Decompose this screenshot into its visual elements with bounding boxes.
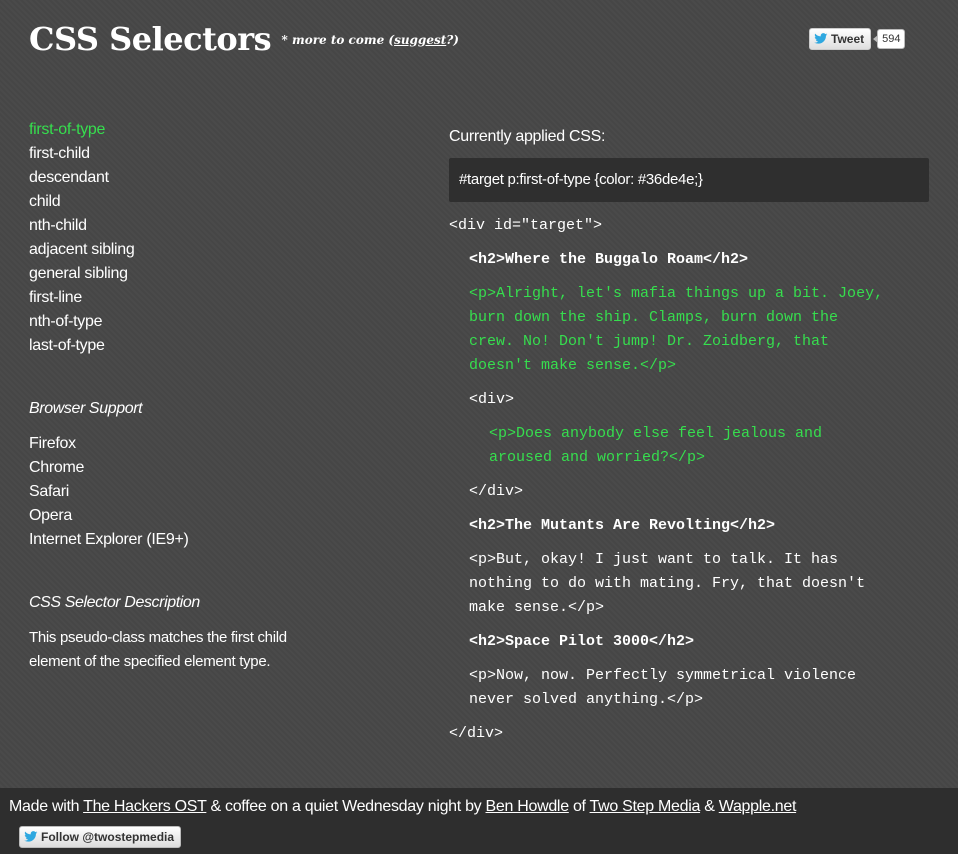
browser-support-list: Firefox Chrome Safari Opera Internet Exp…: [29, 432, 409, 552]
browser-item: Chrome: [29, 459, 85, 476]
code-line: <p>Does anybody else feel jealous and: [489, 425, 823, 442]
left-column: first-of-type first-child descendant chi…: [29, 118, 409, 674]
applied-css-box: #target p:first-of-type {color: #36de4e;…: [449, 158, 929, 202]
site-footer: Made with The Hackers OST & coffee on a …: [0, 788, 958, 854]
selector-list: first-of-type first-child descendant chi…: [29, 118, 409, 358]
selector-item[interactable]: descendant: [29, 166, 409, 190]
code-line: <p>Alright, let's mafia things up a bit.…: [469, 285, 884, 302]
code-line: <p>Now, now. Perfectly symmetrical viole…: [469, 667, 857, 684]
code-sample: <div id="target"> <h2>Where the Buggalo …: [449, 214, 929, 746]
hackers-ost-link[interactable]: The Hackers OST: [83, 798, 207, 815]
right-column: Currently applied CSS: #target p:first-o…: [449, 128, 929, 746]
code-h2: <h2>The Mutants Are Revolting</h2>: [469, 517, 776, 534]
browser-item: Opera: [29, 507, 72, 524]
two-step-media-link[interactable]: Two Step Media: [590, 798, 701, 815]
tweet-count: 594: [873, 29, 906, 49]
selector-item[interactable]: first-of-type: [29, 118, 409, 142]
browser-item: Firefox: [29, 435, 76, 452]
description-heading: CSS Selector Description: [29, 594, 200, 611]
twitter-bird-icon: [814, 33, 828, 44]
code-line: </div>: [469, 483, 524, 500]
selector-item[interactable]: child: [29, 190, 409, 214]
suggest-link[interactable]: suggest: [394, 33, 446, 47]
tweet-button[interactable]: Tweet: [809, 28, 872, 50]
wapple-link[interactable]: Wapple.net: [719, 798, 797, 815]
tweet-widget: Tweet 594: [809, 28, 906, 50]
tweet-label: Tweet: [831, 32, 865, 46]
ben-howdle-link[interactable]: Ben Howdle: [486, 798, 570, 815]
code-line: never solved anything.</p>: [469, 691, 704, 708]
code-line: burn down the ship. Clamps, burn down th…: [469, 309, 839, 326]
code-line: crew. No! Don't jump! Dr. Zoidberg, that: [469, 333, 830, 350]
footer-credits: Made with The Hackers OST & coffee on a …: [9, 798, 797, 815]
selector-item[interactable]: nth-of-type: [29, 310, 409, 334]
code-line: </div>: [449, 725, 504, 742]
follow-label: Follow @twostepmedia: [41, 830, 175, 844]
browser-item: Safari: [29, 483, 69, 500]
selector-item[interactable]: general sibling: [29, 262, 409, 286]
browser-support-heading: Browser Support: [29, 400, 143, 417]
selector-description: This pseudo-class matches the first chil…: [29, 629, 287, 670]
code-line: make sense.</p>: [469, 599, 605, 616]
selector-item[interactable]: nth-child: [29, 214, 409, 238]
code-line: <div id="target">: [449, 217, 603, 234]
code-line: <p>But, okay! I just want to talk. It ha…: [469, 551, 839, 568]
code-h2: <h2>Space Pilot 3000</h2>: [469, 633, 695, 650]
applied-css-label: Currently applied CSS:: [449, 128, 606, 145]
tagline: * more to come (suggest?): [281, 33, 459, 47]
code-h2: <h2>Where the Buggalo Roam</h2>: [469, 251, 749, 268]
selector-item[interactable]: first-child: [29, 142, 409, 166]
selector-item[interactable]: last-of-type: [29, 334, 409, 358]
browser-item: Internet Explorer (IE9+): [29, 531, 189, 548]
code-line: doesn't make sense.</p>: [469, 357, 677, 374]
code-line: <div>: [469, 391, 515, 408]
site-header: CSS Selectors * more to come (suggest?) …: [29, 20, 929, 70]
code-line: nothing to do with mating. Fry, that doe…: [469, 575, 866, 592]
selector-item[interactable]: adjacent sibling: [29, 238, 409, 262]
code-line: aroused and worried?</p>: [489, 449, 706, 466]
follow-button[interactable]: Follow @twostepmedia: [19, 826, 182, 848]
page-title: CSS Selectors: [29, 20, 272, 58]
selector-item[interactable]: first-line: [29, 286, 409, 310]
twitter-bird-icon: [24, 831, 38, 842]
